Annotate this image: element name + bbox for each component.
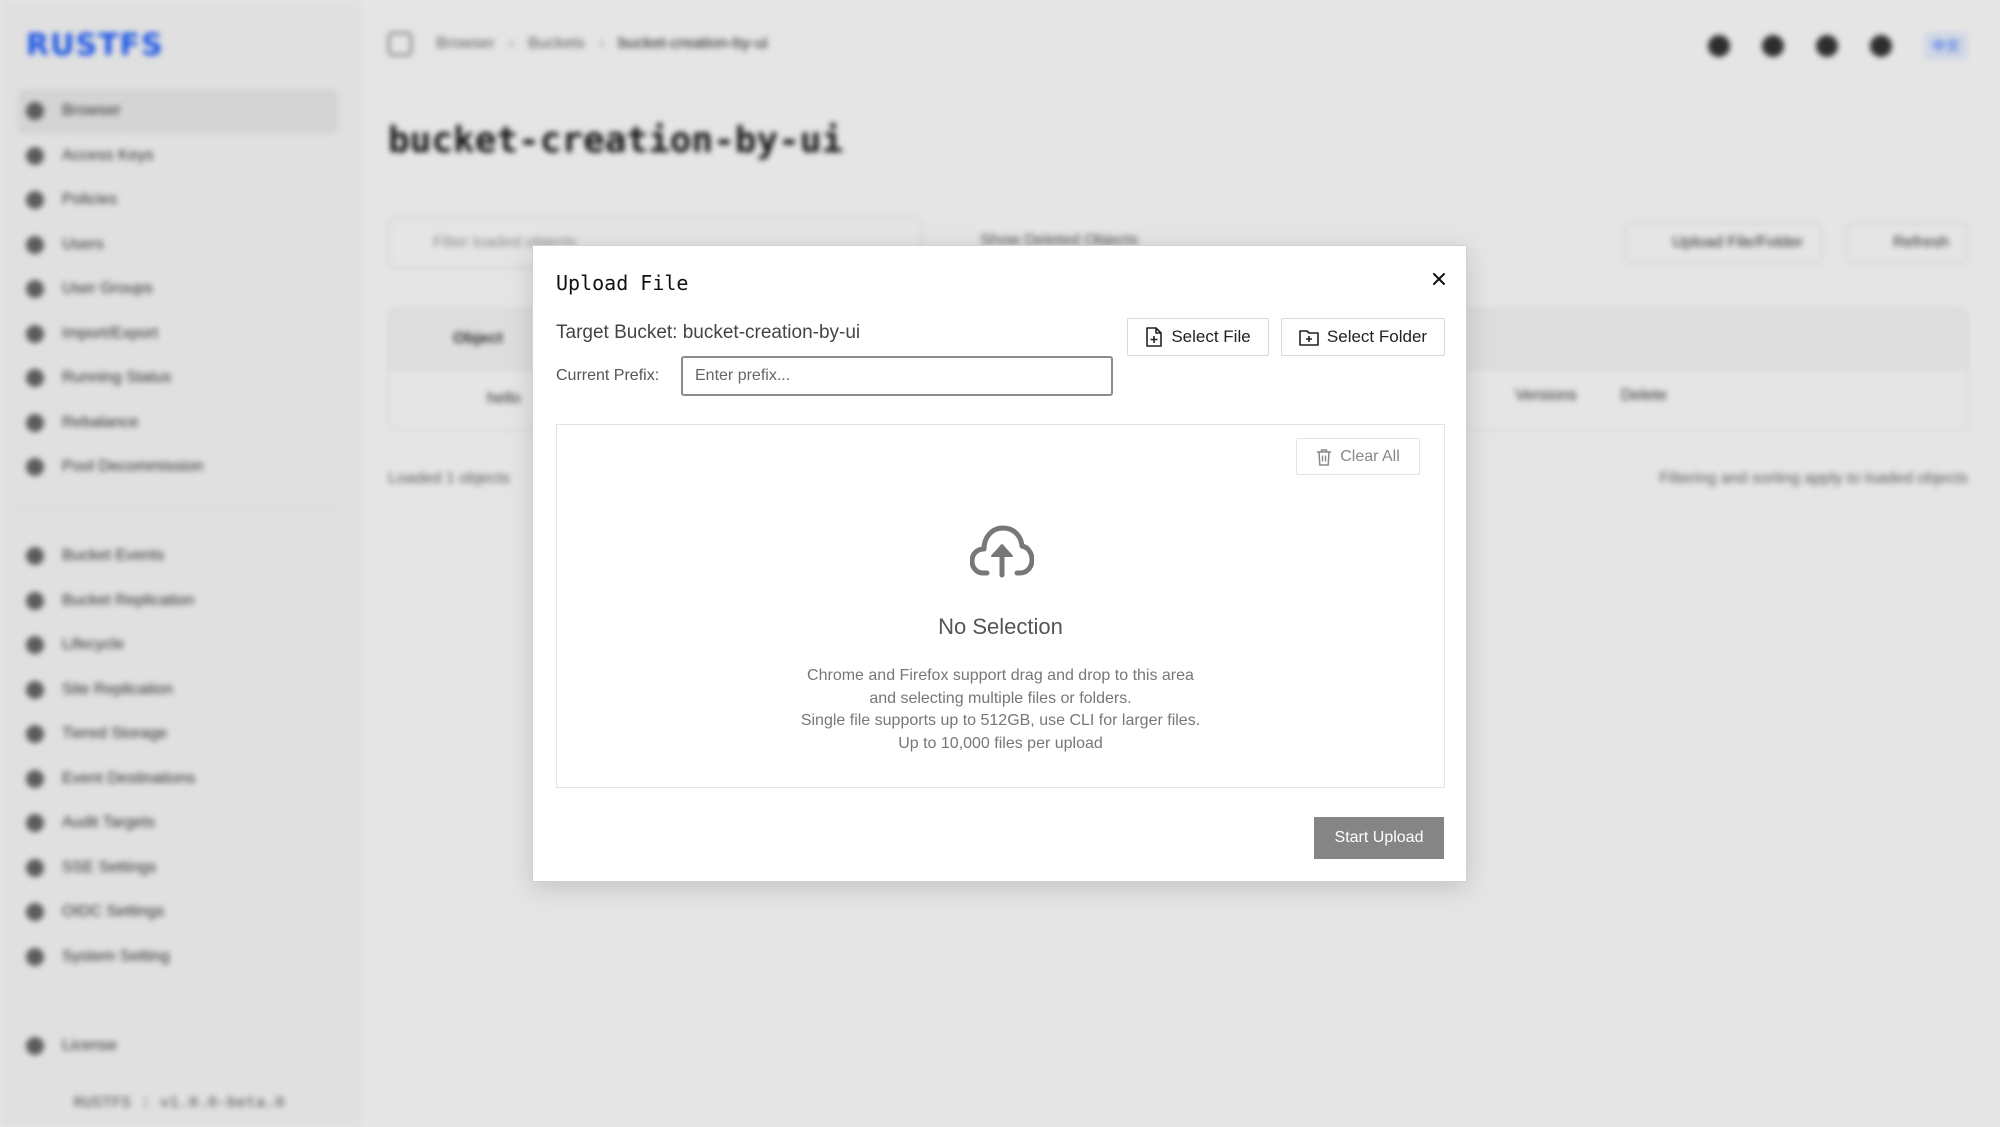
- hint-line: Chrome and Firefox support drag and drop…: [807, 667, 1194, 684]
- select-file-button[interactable]: Select File: [1127, 318, 1269, 356]
- cloud-upload-icon: [970, 525, 1034, 578]
- upload-file-dialog: Upload File Target Bucket: bucket-creati…: [532, 245, 1467, 882]
- clear-all-label: Clear All: [1340, 447, 1400, 465]
- upload-hint: Chrome and Firefox support drag and drop…: [557, 665, 1444, 755]
- dialog-title: Upload File: [556, 271, 689, 295]
- hint-line: and selecting multiple files or folders.: [869, 689, 1132, 707]
- select-folder-label: Select Folder: [1326, 327, 1428, 346]
- file-add-icon: [1146, 327, 1163, 347]
- hint-line: Up to 10,000 files per upload: [898, 734, 1103, 752]
- empty-state-title: No Selection: [938, 614, 1063, 639]
- prefix-input[interactable]: [681, 356, 1113, 396]
- folder-add-icon: [1299, 330, 1319, 346]
- trash-icon: [1317, 448, 1332, 466]
- target-bucket-label: Target Bucket: bucket-creation-by-ui: [556, 322, 861, 343]
- select-folder-button[interactable]: Select Folder: [1281, 318, 1445, 356]
- select-file-label: Select File: [1171, 327, 1251, 346]
- clear-all-button[interactable]: Clear All: [1296, 438, 1420, 475]
- start-upload-button[interactable]: Start Upload: [1314, 817, 1444, 859]
- drop-zone[interactable]: Clear All No Selection Chrome and Firefo…: [556, 424, 1445, 788]
- prefix-label: Current Prefix:: [556, 367, 660, 384]
- hint-line: Single file supports up to 512GB, use CL…: [800, 712, 1201, 729]
- close-icon: [1433, 273, 1445, 285]
- close-button[interactable]: [1424, 264, 1454, 294]
